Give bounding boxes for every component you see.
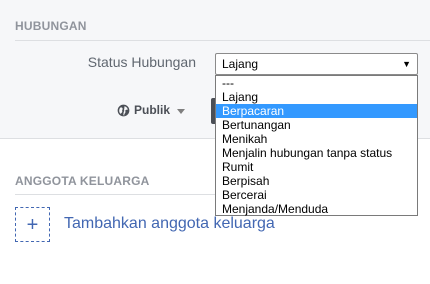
relationship-status-dropdown[interactable]: --- Lajang Berpacaran Bertunangan Menika… <box>215 75 418 216</box>
family-section-divider <box>15 194 215 195</box>
family-section-title: ANGGOTA KELUARGA <box>15 174 150 188</box>
option-widowed[interactable]: Menjanda/Menduda <box>216 202 417 216</box>
relationship-status-value: Lajang <box>222 57 259 71</box>
relationship-section-title: HUBUNGAN <box>15 19 87 33</box>
option-open-relationship[interactable]: Menjalin hubungan tanpa status <box>216 146 417 160</box>
status-label: Status Hubungan <box>87 54 196 70</box>
option-in-relationship[interactable]: Berpacaran <box>216 104 417 118</box>
caret-down-icon <box>177 108 186 114</box>
option-complicated[interactable]: Rumit <box>216 160 417 174</box>
relationship-status-select[interactable]: Lajang ▼ <box>215 53 418 75</box>
privacy-label: Publik <box>134 103 171 117</box>
add-family-member-link[interactable]: Tambahkan anggota keluarga <box>64 215 275 233</box>
option-engaged[interactable]: Bertunangan <box>216 118 417 132</box>
dropdown-arrow-icon: ▼ <box>402 59 411 69</box>
option-separated[interactable]: Berpisah <box>216 174 417 188</box>
privacy-selector[interactable]: Publik <box>117 101 186 119</box>
option-divorced[interactable]: Bercerai <box>216 188 417 202</box>
option-married[interactable]: Menikah <box>216 132 417 146</box>
globe-icon <box>117 104 130 116</box>
plus-icon: + <box>26 213 39 236</box>
option-single[interactable]: Lajang <box>216 90 417 104</box>
add-family-member-button[interactable]: + <box>15 207 50 242</box>
option-none[interactable]: --- <box>216 76 417 90</box>
section-divider <box>15 40 430 41</box>
